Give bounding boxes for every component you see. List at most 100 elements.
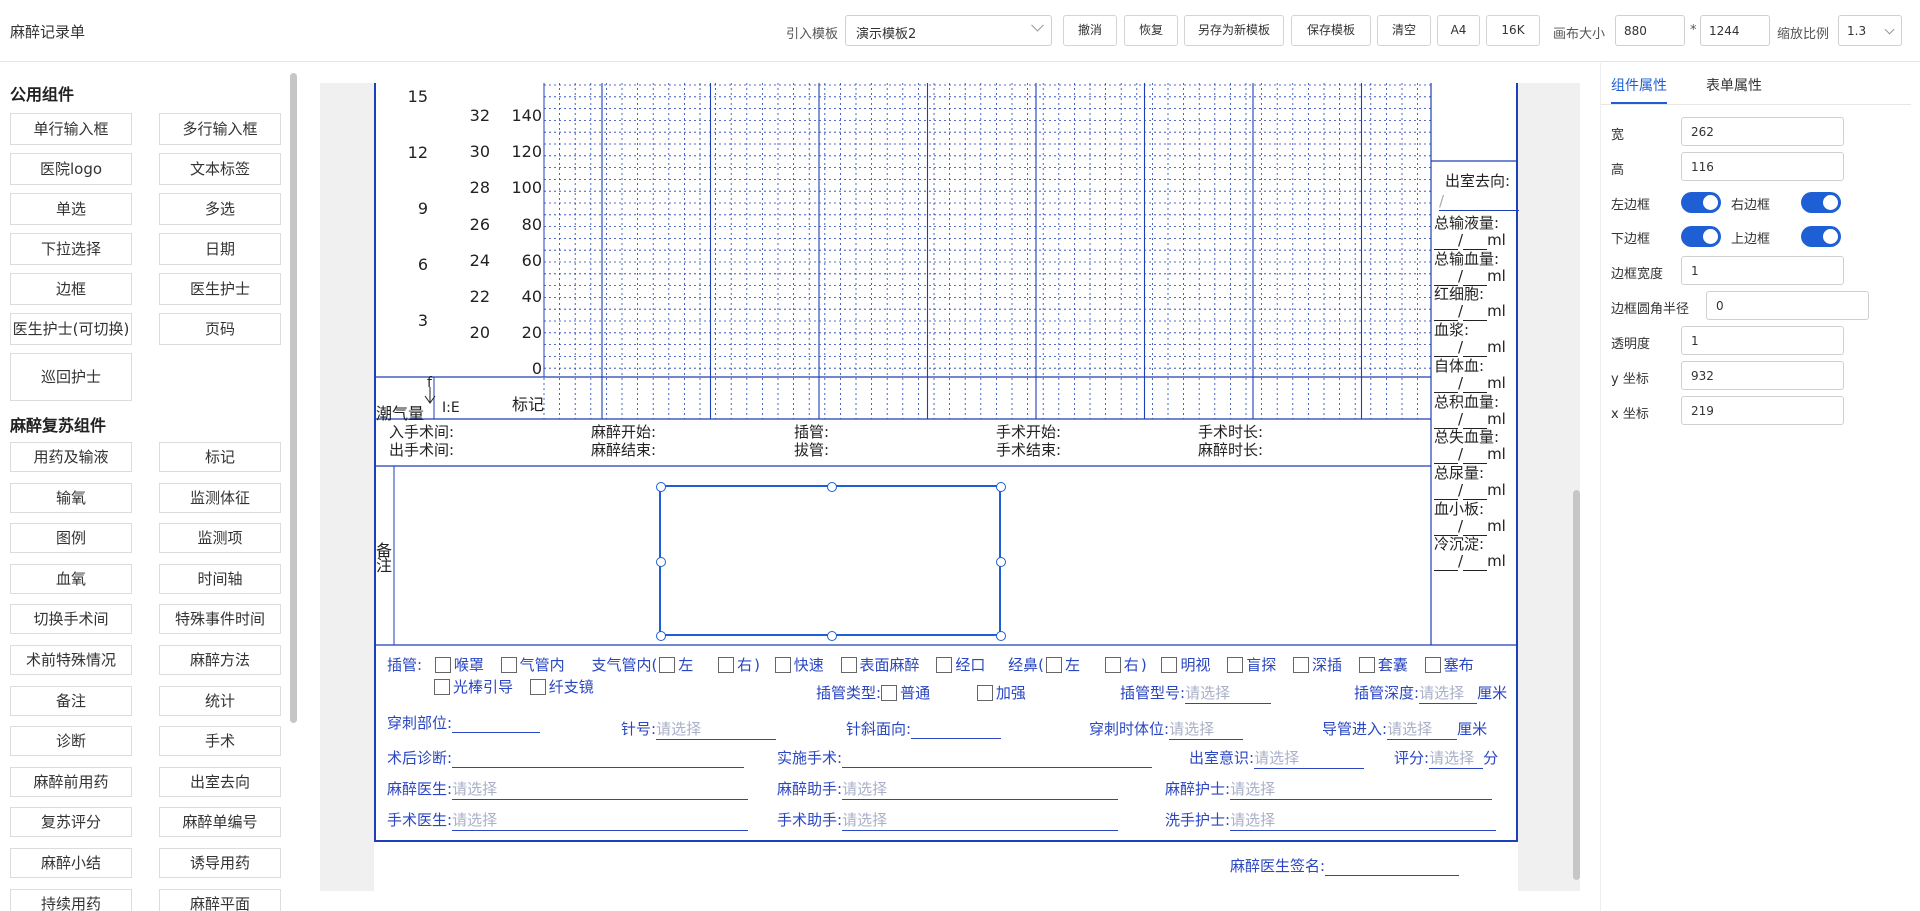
checkbox[interactable] (1161, 657, 1178, 673)
selected-border-element[interactable] (656, 482, 1006, 641)
redo-button[interactable]: 恢复 (1124, 15, 1178, 46)
x-coord-input[interactable]: 219 (1681, 396, 1844, 425)
resize-handle[interactable] (996, 631, 1006, 641)
surgical-assistant[interactable]: 手术助手:请选择 (777, 809, 1119, 831)
total-value-row[interactable]: / ml (1434, 374, 1506, 393)
out-direction-field[interactable]: / (1439, 193, 1519, 211)
palette-item[interactable]: 图例 (10, 523, 132, 554)
palette-item[interactable]: 用药及输液 (10, 442, 132, 472)
palette-item[interactable]: 日期 (159, 233, 281, 265)
needle-select[interactable]: 请选择 (656, 718, 777, 740)
anes-doctor-select[interactable]: 请选择 (452, 778, 749, 800)
puncture-position[interactable]: 穿刺时体位:请选择 (1089, 718, 1244, 740)
palette-item[interactable]: 标记 (159, 442, 281, 472)
intubation-model[interactable]: 插管型号:请选择 (1120, 682, 1272, 704)
checkbox[interactable] (659, 657, 676, 673)
palette-item[interactable]: 时间轴 (159, 563, 281, 594)
checkbox[interactable] (434, 657, 451, 673)
bevel[interactable]: 针斜面向: (846, 718, 1002, 739)
checkbox[interactable] (1046, 657, 1062, 673)
top-border-toggle[interactable] (1801, 226, 1841, 247)
checkbox[interactable] (529, 679, 546, 695)
bottom-border-toggle[interactable] (1681, 226, 1721, 247)
checkbox[interactable] (774, 657, 791, 673)
intubation-model-select[interactable]: 请选择 (1185, 682, 1272, 704)
resize-handle[interactable] (827, 482, 837, 492)
checkbox[interactable] (976, 685, 993, 701)
resize-handle[interactable] (656, 631, 666, 641)
scrub-nurse[interactable]: 洗手护士:请选择 (1165, 809, 1497, 831)
post-diagnosis[interactable]: 术后诊断: (387, 747, 745, 768)
palette-item[interactable]: 麻醉平面 (159, 888, 281, 911)
palette-item[interactable]: 手术 (159, 726, 281, 757)
total-value-row[interactable]: / ml (1434, 517, 1506, 536)
checkbox[interactable] (1104, 657, 1121, 673)
total-value-row[interactable]: / ml (1434, 481, 1506, 500)
opacity-input[interactable]: 1 (1681, 326, 1844, 355)
score-select[interactable]: 请选择 (1429, 747, 1484, 769)
checkbox[interactable] (1358, 657, 1375, 673)
checkbox[interactable] (434, 679, 450, 695)
checkbox[interactable] (500, 657, 517, 673)
palette-item[interactable]: 文本标签 (159, 153, 281, 185)
a4-button[interactable]: A4 (1437, 15, 1480, 46)
resize-handle[interactable] (827, 631, 837, 641)
palette-item[interactable]: 复苏评分 (10, 807, 132, 838)
total-value-row[interactable]: / ml (1434, 303, 1506, 322)
16k-button[interactable]: 16K (1486, 15, 1540, 46)
anes-nurse-select[interactable]: 请选择 (1230, 778, 1493, 800)
consciousness[interactable]: 出室意识:请选择 (1189, 747, 1365, 769)
palette-item[interactable]: 下拉选择 (10, 233, 132, 265)
canvas-scrollbar[interactable] (1573, 490, 1580, 880)
bevel-field[interactable] (911, 720, 1002, 739)
score[interactable]: 评分:请选择分 (1394, 747, 1498, 769)
right-border-toggle[interactable] (1801, 192, 1841, 213)
palette-item[interactable]: 诊断 (10, 726, 132, 757)
signature[interactable]: 麻醉医生签名: (1230, 855, 1460, 876)
tab-component-props[interactable]: 组件属性 (1611, 75, 1667, 95)
palette-item[interactable]: 血氧 (10, 563, 132, 594)
resize-handle[interactable] (996, 482, 1006, 492)
scrub-nurse-select[interactable]: 请选择 (1230, 809, 1497, 831)
palette-item[interactable]: 医生护士(可切换) (10, 313, 132, 345)
zoom-select[interactable]: 1.3 (1838, 15, 1902, 46)
palette-item[interactable]: 监测项 (159, 523, 281, 554)
total-value-row[interactable]: / ml (1434, 446, 1506, 465)
palette-item[interactable]: 医生护士 (159, 273, 281, 305)
checkbox[interactable] (1424, 657, 1441, 673)
catheter[interactable]: 导管进入:请选择 厘米 (1322, 718, 1487, 740)
save-as-template-button[interactable]: 另存为新模板 (1184, 15, 1284, 46)
palette-item[interactable]: 麻醉方法 (159, 645, 281, 675)
palette-item[interactable]: 单行输入框 (10, 113, 132, 145)
puncture-site[interactable]: 穿刺部位: (387, 712, 541, 733)
canvas-height-input[interactable]: 1244 (1700, 15, 1770, 46)
total-value-row[interactable]: / ml (1434, 410, 1506, 429)
palette-item[interactable]: 统计 (159, 685, 281, 716)
palette-item[interactable]: 持续用药 (10, 888, 132, 911)
palette-item[interactable]: 边框 (10, 273, 132, 305)
palette-item[interactable]: 诱导用药 (159, 848, 281, 878)
clear-button[interactable]: 清空 (1377, 15, 1431, 46)
checkbox[interactable] (936, 657, 953, 673)
palette-item[interactable]: 单选 (10, 193, 132, 225)
puncture-site-field[interactable] (452, 714, 541, 733)
intubation-depth-select[interactable]: 请选择 (1419, 682, 1478, 704)
intubation-depth[interactable]: 插管深度:请选择 厘米 (1354, 682, 1507, 704)
palette-scrollbar[interactable] (290, 73, 297, 723)
palette-item[interactable]: 多选 (159, 193, 281, 225)
palette-item[interactable]: 麻醉小结 (10, 848, 132, 878)
checkbox[interactable] (840, 657, 857, 673)
palette-item[interactable]: 多行输入框 (159, 113, 281, 145)
anes-nurse[interactable]: 麻醉护士:请选择 (1165, 778, 1493, 800)
surgery-performed[interactable]: 实施手术: (777, 747, 1153, 768)
palette-item[interactable]: 备注 (10, 685, 132, 716)
palette-item[interactable]: 切换手术间 (10, 604, 132, 635)
canvas-width-input[interactable]: 880 (1615, 15, 1685, 46)
palette-item[interactable]: 监测体征 (159, 482, 281, 513)
surgeon[interactable]: 手术医生:请选择 (387, 809, 749, 831)
needle[interactable]: 针号:请选择 (621, 718, 777, 740)
palette-item[interactable]: 页码 (159, 313, 281, 345)
total-value-row[interactable]: / ml (1434, 339, 1506, 358)
surgeon-select[interactable]: 请选择 (452, 809, 749, 831)
anes-assistant-select[interactable]: 请选择 (842, 778, 1119, 800)
